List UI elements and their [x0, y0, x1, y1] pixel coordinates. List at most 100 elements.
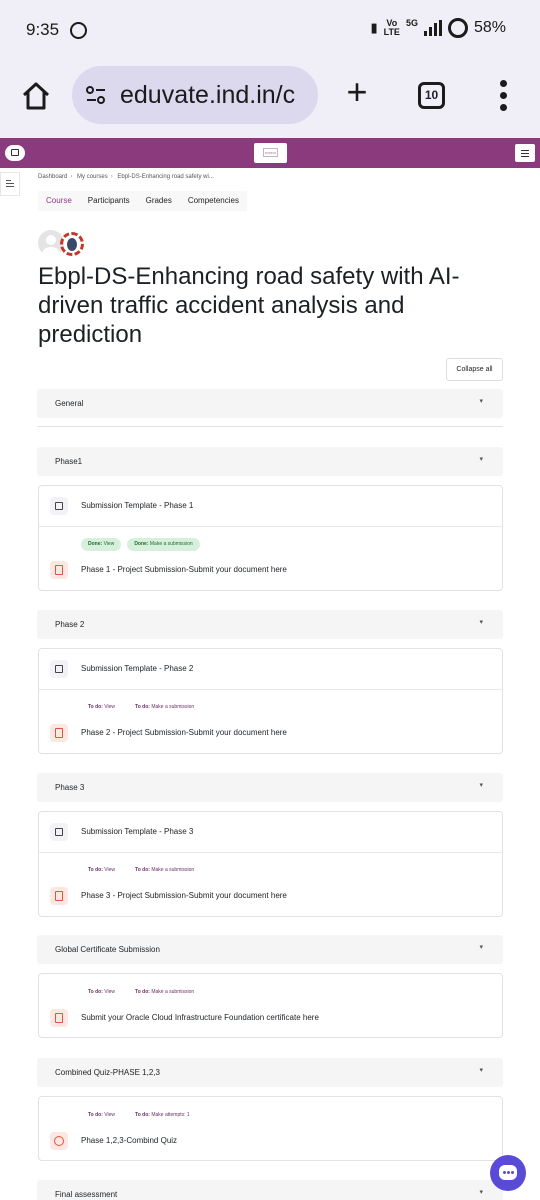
- chevron-down-icon[interactable]: ▾: [479, 397, 483, 405]
- divider: [39, 526, 502, 527]
- page-title: Ebpl-DS-Enhancing road safety with AI-dr…: [38, 263, 460, 348]
- chevron-down-icon[interactable]: ▾: [479, 1188, 483, 1196]
- completion-badge-todo: To do: View: [88, 1112, 116, 1118]
- assignment-icon: [50, 497, 68, 515]
- section-title: Global Certificate Submission: [55, 945, 160, 954]
- chevron-down-icon[interactable]: ▾: [479, 1066, 483, 1074]
- assignment-icon: [50, 823, 68, 841]
- new-tab-button[interactable]: +: [342, 74, 372, 110]
- activity-name[interactable]: Submission Template - Phase 2: [81, 664, 193, 673]
- completion-badge-done: Done: Make a submission: [127, 538, 200, 551]
- completion-badges: To do: View To do: Make a submission: [81, 701, 201, 714]
- activity-name[interactable]: Phase 1,2,3-Combind Quiz: [81, 1136, 177, 1145]
- activity-item[interactable]: Phase 1,2,3-Combind Quiz: [39, 1130, 502, 1160]
- pdf-icon: [50, 724, 68, 742]
- teacher-avatar[interactable]: [60, 232, 84, 256]
- activity-name[interactable]: Phase 3 - Project Submission-Submit your…: [81, 891, 287, 900]
- section-phase1[interactable]: Phase1 ▾: [37, 447, 503, 476]
- browser-menu-icon[interactable]: [500, 80, 508, 116]
- divider: [39, 689, 502, 690]
- activity-card: To do: View To do: Make attempts: 1 Phas…: [38, 1096, 503, 1161]
- section-combined-quiz[interactable]: Combined Quiz-PHASE 1,2,3 ▾: [37, 1058, 503, 1087]
- section-title: General: [55, 399, 84, 408]
- quiz-icon: [50, 1132, 68, 1150]
- activity-item[interactable]: Phase 1 - Project Submission-Submit your…: [39, 559, 502, 589]
- activity-card: Submission Template - Phase 2 To do: Vie…: [38, 648, 503, 754]
- tab-course[interactable]: Course: [38, 191, 80, 211]
- assignment-icon: [50, 660, 68, 678]
- activity-name[interactable]: Phase 2 - Project Submission-Submit your…: [81, 728, 287, 737]
- section-global-certificate[interactable]: Global Certificate Submission ▾: [37, 935, 503, 964]
- chat-icon[interactable]: [490, 1155, 526, 1191]
- hamburger-menu-icon[interactable]: [515, 144, 535, 162]
- chevron-down-icon[interactable]: ▾: [479, 781, 483, 789]
- url-text[interactable]: eduvate.ind.in/c: [120, 81, 310, 110]
- completion-badge-todo: To do: View: [88, 867, 116, 873]
- course-tabs: Course Participants Grades Competencies: [38, 191, 247, 211]
- tab-grades[interactable]: Grades: [137, 191, 180, 211]
- section-title: Combined Quiz-PHASE 1,2,3: [55, 1068, 160, 1077]
- browser-toolbar: eduvate.ind.in/c + 10: [0, 60, 540, 138]
- battery-icon: [447, 18, 468, 38]
- activity-item[interactable]: Phase 2 - Project Submission-Submit your…: [39, 722, 502, 752]
- collapse-all-button[interactable]: Collapse all: [446, 358, 503, 381]
- drawer-open-icon[interactable]: [5, 145, 25, 161]
- section-title: Phase1: [55, 457, 83, 466]
- completion-badges: To do: View To do: Make a submission: [81, 986, 201, 999]
- breadcrumb: Dashboard › My courses › Ebpl-DS-Enhancing…: [38, 174, 214, 180]
- breadcrumb-dashboard[interactable]: Dashboard: [38, 174, 67, 180]
- status-time: 9:35: [26, 20, 60, 39]
- completion-badge-todo: To do: View: [88, 704, 116, 710]
- tab-switcher-button[interactable]: 10: [418, 82, 445, 109]
- site-logo[interactable]: ▭▭▭: [254, 143, 287, 163]
- activity-name[interactable]: Submission Template - Phase 1: [81, 501, 193, 510]
- activity-card: Submission Template - Phase 1 Done: View…: [38, 485, 503, 591]
- activity-item[interactable]: Phase 3 - Project Submission-Submit your…: [39, 885, 502, 915]
- chevron-down-icon[interactable]: ▾: [479, 943, 483, 951]
- whatsapp-icon: [70, 22, 87, 39]
- breadcrumb-course[interactable]: Ebpl-DS-Enhancing road safety wi...: [117, 174, 213, 180]
- section-final-assessment[interactable]: Final assessment ▾: [37, 1180, 503, 1200]
- site-settings-icon[interactable]: [86, 86, 106, 104]
- signal-icon: [423, 20, 442, 36]
- completion-badges: To do: View To do: Make attempts: 1: [81, 1109, 197, 1122]
- battery-percent: 58%: [473, 19, 506, 36]
- volte-indicator: Vo LTE: [383, 18, 400, 37]
- activity-name[interactable]: Submit your Oracle Cloud Infrastructure …: [81, 1013, 319, 1022]
- activity-item[interactable]: Submission Template - Phase 2: [39, 649, 502, 689]
- activity-item[interactable]: Submission Template - Phase 1: [39, 486, 502, 526]
- activity-name[interactable]: Phase 1 - Project Submission-Submit your…: [81, 565, 287, 574]
- activity-item[interactable]: Submit your Oracle Cloud Infrastructure …: [39, 1007, 502, 1037]
- completion-badges: To do: View To do: Make a submission: [81, 864, 201, 877]
- section-phase2[interactable]: Phase 2 ▾: [37, 610, 503, 639]
- address-bar[interactable]: eduvate.ind.in/c: [72, 66, 318, 124]
- tab-competencies[interactable]: Competencies: [179, 191, 247, 211]
- completion-badge-todo: To do: Make attempts: 1: [135, 1112, 190, 1118]
- completion-badge-todo: To do: Make a submission: [135, 704, 195, 710]
- site-navbar: ▭▭▭: [0, 138, 540, 168]
- pdf-icon: [50, 1009, 68, 1027]
- pdf-icon: [50, 561, 68, 579]
- section-general[interactable]: General ▾: [37, 389, 503, 418]
- vibrate-icon: ▮: [370, 20, 378, 35]
- completion-badge-todo: To do: Make a submission: [135, 989, 195, 995]
- completion-badge-done: Done: View: [81, 538, 122, 551]
- pdf-icon: [50, 887, 68, 905]
- completion-badge-todo: To do: Make a submission: [135, 867, 195, 873]
- breadcrumb-my-courses[interactable]: My courses: [77, 174, 108, 180]
- activity-item[interactable]: Submission Template - Phase 3: [39, 812, 502, 852]
- completion-badges: Done: View Done: Make a submission: [81, 538, 200, 551]
- section-title: Phase 3: [55, 783, 85, 792]
- course-index-toggle[interactable]: [0, 172, 20, 196]
- activity-name[interactable]: Submission Template - Phase 3: [81, 827, 193, 836]
- section-phase3[interactable]: Phase 3 ▾: [37, 773, 503, 802]
- chevron-down-icon[interactable]: ▾: [479, 455, 483, 463]
- divider: [39, 852, 502, 853]
- home-icon[interactable]: [20, 80, 52, 112]
- completion-badge-todo: To do: View: [88, 989, 116, 995]
- activity-card: To do: View To do: Make a submission Sub…: [38, 973, 503, 1038]
- chevron-down-icon[interactable]: ▾: [479, 618, 483, 626]
- network-type: 5G: [405, 18, 418, 28]
- tab-participants[interactable]: Participants: [79, 191, 138, 211]
- divider: [37, 426, 503, 427]
